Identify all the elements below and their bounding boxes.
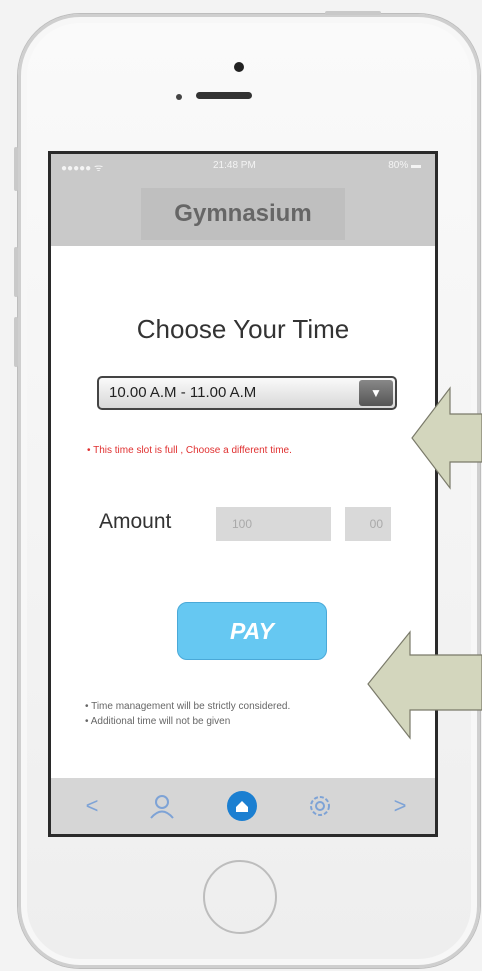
arrow-annotation-pay [367,630,482,740]
arrow-annotation-warning [411,386,482,490]
annotation-arrows [367,386,482,740]
